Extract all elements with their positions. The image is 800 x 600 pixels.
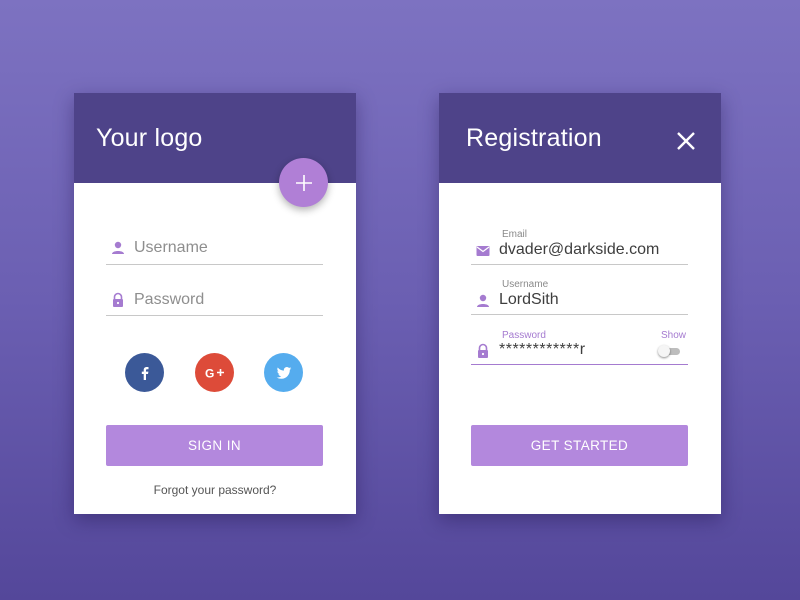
email-input[interactable] bbox=[499, 241, 679, 259]
google-plus-icon: G bbox=[205, 366, 224, 380]
toggle-knob bbox=[658, 345, 670, 357]
close-icon bbox=[677, 132, 695, 150]
registration-title: Registration bbox=[466, 124, 602, 152]
svg-text:G: G bbox=[205, 366, 214, 380]
twitter-icon bbox=[276, 366, 291, 379]
get-started-button[interactable]: GET STARTED bbox=[471, 425, 688, 466]
facebook-icon bbox=[141, 366, 148, 380]
logo-text: Your logo bbox=[96, 124, 203, 152]
facebook-button[interactable] bbox=[125, 353, 164, 392]
email-field[interactable] bbox=[471, 241, 688, 265]
username-input[interactable] bbox=[499, 291, 679, 309]
registration-card: Registration Email Username Password Sho… bbox=[439, 93, 721, 514]
username-field[interactable] bbox=[471, 291, 688, 315]
username-label: Username bbox=[502, 279, 549, 290]
login-card: Your logo G SIGN bbox=[74, 93, 356, 514]
show-password-toggle[interactable] bbox=[658, 345, 682, 357]
password-label: Password bbox=[502, 330, 546, 341]
show-password-label: Show bbox=[661, 330, 687, 341]
password-input[interactable] bbox=[134, 291, 314, 309]
person-icon bbox=[477, 294, 489, 307]
sign-in-button[interactable]: SIGN IN bbox=[106, 425, 323, 466]
email-label: Email bbox=[502, 229, 528, 240]
mail-icon bbox=[476, 246, 490, 256]
forgot-password-link[interactable]: Forgot your password? bbox=[74, 483, 356, 497]
username-input[interactable] bbox=[134, 239, 314, 257]
twitter-button[interactable] bbox=[264, 353, 303, 392]
add-button[interactable] bbox=[279, 158, 328, 207]
password-field[interactable] bbox=[471, 341, 688, 365]
password-input[interactable] bbox=[499, 341, 649, 359]
lock-icon bbox=[113, 292, 123, 307]
person-icon bbox=[112, 241, 124, 254]
close-button[interactable] bbox=[672, 127, 700, 155]
plus-icon bbox=[295, 174, 312, 191]
password-field[interactable] bbox=[106, 289, 323, 316]
google-plus-button[interactable]: G bbox=[195, 353, 234, 392]
lock-icon bbox=[478, 343, 488, 358]
username-field[interactable] bbox=[106, 236, 323, 265]
